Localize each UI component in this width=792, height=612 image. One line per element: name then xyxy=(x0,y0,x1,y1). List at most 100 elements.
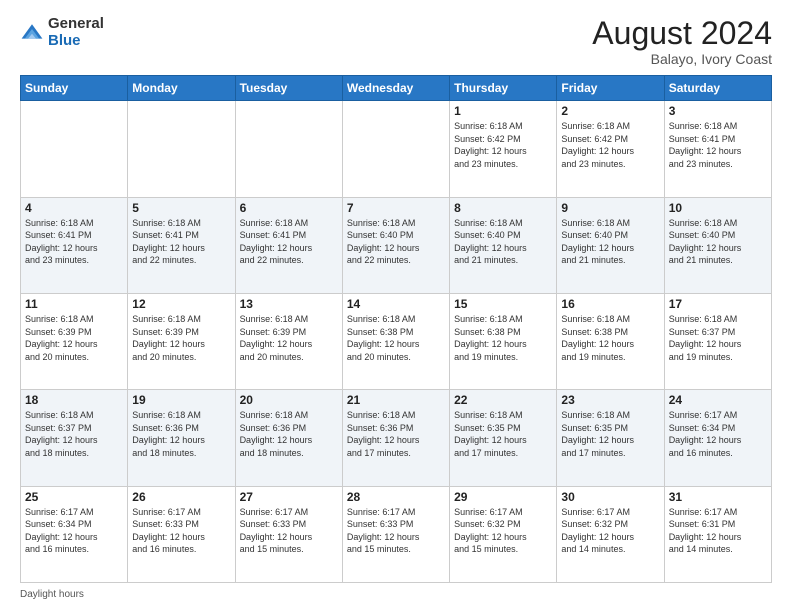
day-info: Sunrise: 6:18 AM Sunset: 6:40 PM Dayligh… xyxy=(347,217,445,267)
calendar-cell: 31 Sunrise: 6:17 AM Sunset: 6:31 PM Dayli… xyxy=(664,486,771,582)
calendar-cell: 30 Sunrise: 6:17 AM Sunset: 6:32 PM Dayli… xyxy=(557,486,664,582)
logo: General Blue xyxy=(20,16,104,49)
day-info: Sunrise: 6:17 AM Sunset: 6:31 PM Dayligh… xyxy=(669,506,767,556)
calendar-cell: 12Sunrise: 6:18 AM Sunset: 6:39 PM Dayli… xyxy=(128,293,235,389)
day-info: Sunrise: 6:18 AM Sunset: 6:39 PM Dayligh… xyxy=(240,313,338,363)
day-number: 16 xyxy=(561,297,659,311)
calendar-cell: 16 Sunrise: 6:18 AM Sunset: 6:38 PM Dayli… xyxy=(557,293,664,389)
col-saturday: Saturday xyxy=(664,76,771,101)
logo-text: General Blue xyxy=(48,16,104,49)
calendar-table: Sunday Monday Tuesday Wednesday Thursday… xyxy=(20,75,772,583)
calendar-cell: 23Sunrise: 6:18 AM Sunset: 6:35 PM Dayli… xyxy=(557,390,664,486)
header: General Blue August 2024 Balayo, Ivory C… xyxy=(20,16,772,67)
col-wednesday: Wednesday xyxy=(342,76,449,101)
calendar-week-3: 11 Sunrise: 6:18 AM Sunset: 6:39 PM Dayli… xyxy=(21,293,772,389)
calendar-cell: 28 Sunrise: 6:17 AM Sunset: 6:33 PM Dayli… xyxy=(342,486,449,582)
day-number: 14 xyxy=(347,297,445,311)
day-number: 18 xyxy=(25,393,123,407)
calendar-cell: 25Sunrise: 6:17 AM Sunset: 6:34 PM Dayli… xyxy=(21,486,128,582)
subtitle: Balayo, Ivory Coast xyxy=(592,51,772,67)
calendar-cell xyxy=(21,101,128,197)
day-number: 20 xyxy=(240,393,338,407)
calendar-cell: 15Sunrise: 6:18 AM Sunset: 6:38 PM Dayli… xyxy=(450,293,557,389)
day-number: 12 xyxy=(132,297,230,311)
day-number: 28 xyxy=(347,490,445,504)
day-number: 29 xyxy=(454,490,552,504)
day-info: Sunrise: 6:17 AM Sunset: 6:33 PM Dayligh… xyxy=(132,506,230,556)
day-info: Sunrise: 6:18 AM Sunset: 6:41 PM Dayligh… xyxy=(132,217,230,267)
calendar-cell: 10 Sunrise: 6:18 AM Sunset: 6:40 PM Dayli… xyxy=(664,197,771,293)
calendar-cell: 14 Sunrise: 6:18 AM Sunset: 6:38 PM Dayli… xyxy=(342,293,449,389)
footer: Daylight hours xyxy=(20,589,772,600)
main-title: August 2024 xyxy=(592,16,772,51)
day-info: Sunrise: 6:18 AM Sunset: 6:35 PM Dayligh… xyxy=(561,409,659,459)
day-number: 8 xyxy=(454,201,552,215)
day-number: 22 xyxy=(454,393,552,407)
day-info: Sunrise: 6:18 AM Sunset: 6:41 PM Dayligh… xyxy=(240,217,338,267)
day-number: 25 xyxy=(25,490,123,504)
day-info: Sunrise: 6:18 AM Sunset: 6:40 PM Dayligh… xyxy=(669,217,767,267)
title-block: August 2024 Balayo, Ivory Coast xyxy=(592,16,772,67)
calendar-cell: 3Sunrise: 6:18 AM Sunset: 6:41 PM Daylig… xyxy=(664,101,771,197)
day-number: 21 xyxy=(347,393,445,407)
day-info: Sunrise: 6:17 AM Sunset: 6:32 PM Dayligh… xyxy=(561,506,659,556)
day-number: 27 xyxy=(240,490,338,504)
calendar-cell: 4 Sunrise: 6:18 AM Sunset: 6:41 PM Daylig… xyxy=(21,197,128,293)
calendar-cell xyxy=(128,101,235,197)
calendar-cell xyxy=(235,101,342,197)
day-number: 15 xyxy=(454,297,552,311)
day-info: Sunrise: 6:17 AM Sunset: 6:34 PM Dayligh… xyxy=(669,409,767,459)
day-info: Sunrise: 6:18 AM Sunset: 6:39 PM Dayligh… xyxy=(25,313,123,363)
day-number: 6 xyxy=(240,201,338,215)
calendar-cell: 1Sunrise: 6:18 AM Sunset: 6:42 PM Daylig… xyxy=(450,101,557,197)
day-number: 7 xyxy=(347,201,445,215)
page: General Blue August 2024 Balayo, Ivory C… xyxy=(0,0,792,612)
calendar-cell: 22 Sunrise: 6:18 AM Sunset: 6:35 PM Dayli… xyxy=(450,390,557,486)
day-number: 2 xyxy=(561,104,659,118)
calendar-cell: 19Sunrise: 6:18 AM Sunset: 6:36 PM Dayli… xyxy=(128,390,235,486)
day-info: Sunrise: 6:17 AM Sunset: 6:32 PM Dayligh… xyxy=(454,506,552,556)
day-info: Sunrise: 6:18 AM Sunset: 6:38 PM Dayligh… xyxy=(347,313,445,363)
day-number: 30 xyxy=(561,490,659,504)
calendar-week-2: 4 Sunrise: 6:18 AM Sunset: 6:41 PM Daylig… xyxy=(21,197,772,293)
calendar-cell: 18 Sunrise: 6:18 AM Sunset: 6:37 PM Dayli… xyxy=(21,390,128,486)
calendar-cell: 20 Sunrise: 6:18 AM Sunset: 6:36 PM Dayli… xyxy=(235,390,342,486)
col-monday: Monday xyxy=(128,76,235,101)
calendar-cell: 11 Sunrise: 6:18 AM Sunset: 6:39 PM Dayli… xyxy=(21,293,128,389)
logo-general-text: General xyxy=(48,16,104,33)
calendar-cell: 7 Sunrise: 6:18 AM Sunset: 6:40 PM Daylig… xyxy=(342,197,449,293)
calendar-cell: 29 Sunrise: 6:17 AM Sunset: 6:32 PM Dayli… xyxy=(450,486,557,582)
day-info: Sunrise: 6:18 AM Sunset: 6:36 PM Dayligh… xyxy=(132,409,230,459)
day-number: 4 xyxy=(25,201,123,215)
day-number: 11 xyxy=(25,297,123,311)
calendar-cell: 9Sunrise: 6:18 AM Sunset: 6:40 PM Daylig… xyxy=(557,197,664,293)
col-friday: Friday xyxy=(557,76,664,101)
day-info: Sunrise: 6:18 AM Sunset: 6:37 PM Dayligh… xyxy=(25,409,123,459)
day-info: Sunrise: 6:18 AM Sunset: 6:40 PM Dayligh… xyxy=(454,217,552,267)
calendar-header-row: Sunday Monday Tuesday Wednesday Thursday… xyxy=(21,76,772,101)
calendar-week-5: 25Sunrise: 6:17 AM Sunset: 6:34 PM Dayli… xyxy=(21,486,772,582)
calendar-cell: 13 Sunrise: 6:18 AM Sunset: 6:39 PM Dayli… xyxy=(235,293,342,389)
day-info: Sunrise: 6:18 AM Sunset: 6:36 PM Dayligh… xyxy=(240,409,338,459)
calendar-cell: 8 Sunrise: 6:18 AM Sunset: 6:40 PM Daylig… xyxy=(450,197,557,293)
day-number: 3 xyxy=(669,104,767,118)
day-number: 10 xyxy=(669,201,767,215)
day-number: 31 xyxy=(669,490,767,504)
day-info: Sunrise: 6:18 AM Sunset: 6:37 PM Dayligh… xyxy=(669,313,767,363)
calendar-cell: 27Sunrise: 6:17 AM Sunset: 6:33 PM Dayli… xyxy=(235,486,342,582)
day-number: 26 xyxy=(132,490,230,504)
day-number: 5 xyxy=(132,201,230,215)
day-info: Sunrise: 6:18 AM Sunset: 6:38 PM Dayligh… xyxy=(561,313,659,363)
day-info: Sunrise: 6:17 AM Sunset: 6:33 PM Dayligh… xyxy=(347,506,445,556)
calendar-week-1: 1Sunrise: 6:18 AM Sunset: 6:42 PM Daylig… xyxy=(21,101,772,197)
day-info: Sunrise: 6:18 AM Sunset: 6:41 PM Dayligh… xyxy=(25,217,123,267)
day-info: Sunrise: 6:18 AM Sunset: 6:35 PM Dayligh… xyxy=(454,409,552,459)
day-info: Sunrise: 6:18 AM Sunset: 6:42 PM Dayligh… xyxy=(561,120,659,170)
calendar-cell: 21Sunrise: 6:18 AM Sunset: 6:36 PM Dayli… xyxy=(342,390,449,486)
calendar-cell: 26 Sunrise: 6:17 AM Sunset: 6:33 PM Dayli… xyxy=(128,486,235,582)
col-thursday: Thursday xyxy=(450,76,557,101)
calendar-cell: 24Sunrise: 6:17 AM Sunset: 6:34 PM Dayli… xyxy=(664,390,771,486)
day-number: 13 xyxy=(240,297,338,311)
daylight-label: Daylight hours xyxy=(20,589,84,600)
calendar-cell: 6 Sunrise: 6:18 AM Sunset: 6:41 PM Daylig… xyxy=(235,197,342,293)
